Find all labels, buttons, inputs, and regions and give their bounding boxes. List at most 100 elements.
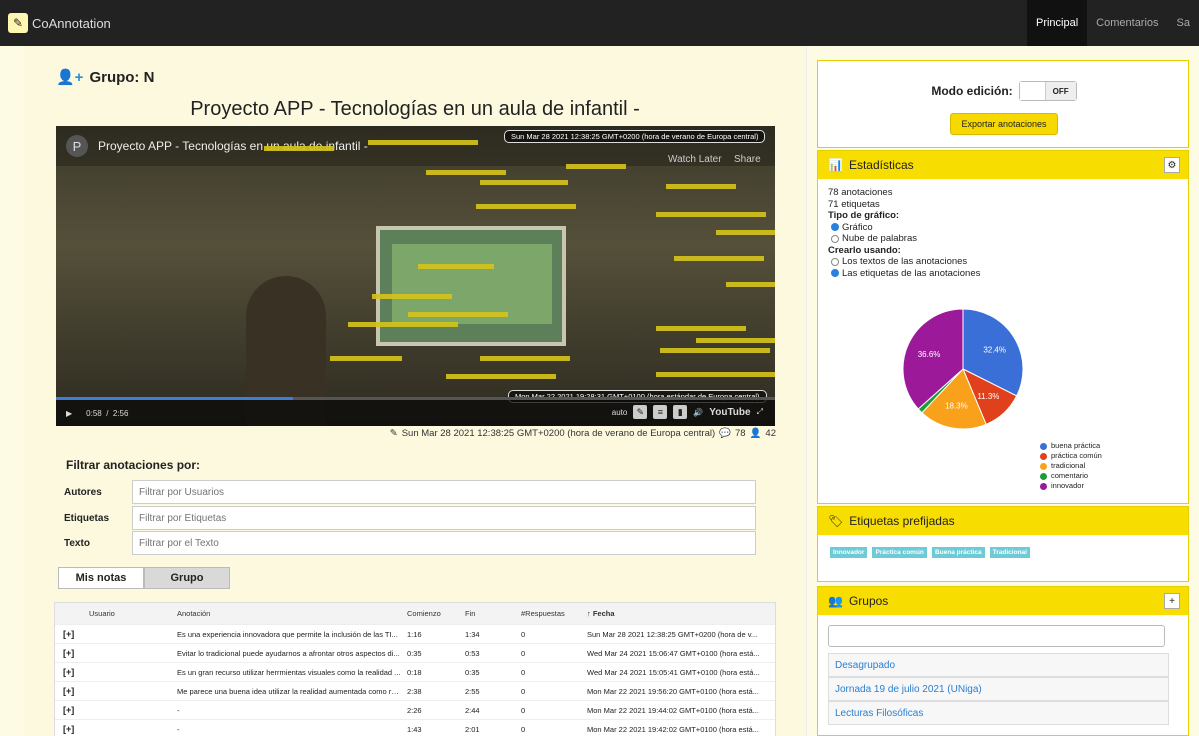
legend-item[interactable]: buena práctica	[1040, 441, 1102, 451]
filter-text-input[interactable]	[132, 531, 756, 555]
table-row[interactable]: [+] Me parece una buena idea utilizar la…	[55, 682, 775, 701]
tag-icon: 🏷	[828, 514, 844, 528]
col-respuestas[interactable]: #Respuestas	[521, 609, 587, 618]
cell-replies: 0	[521, 686, 526, 696]
filter-authors-input[interactable]	[132, 480, 756, 504]
share-button[interactable]: Share	[734, 154, 761, 165]
annotation-marker[interactable]	[348, 322, 458, 327]
legend-item[interactable]: tradicional	[1040, 461, 1102, 471]
group-title: Grupo: N	[89, 68, 155, 86]
quality-label[interactable]: auto	[612, 408, 628, 417]
annotation-marker[interactable]	[476, 204, 576, 209]
annotate-icon[interactable]: ✎	[633, 405, 648, 419]
legend-item[interactable]: práctica común	[1040, 451, 1102, 461]
annotation-marker[interactable]	[566, 164, 626, 169]
radio-chart[interactable]: Gráfico	[828, 222, 1178, 234]
col-anotacion[interactable]: Anotación	[177, 609, 407, 618]
cell-annotation: -	[177, 705, 180, 715]
col-fecha[interactable]: ↑ Fecha	[587, 609, 767, 618]
annotation-marker[interactable]	[426, 170, 506, 175]
table-row[interactable]: [+] Evitar lo tradicional puede ayudarno…	[55, 644, 775, 663]
col-usuario[interactable]: Usuario	[89, 609, 177, 618]
legend-item[interactable]: comentario	[1040, 471, 1102, 481]
toggle-state: OFF	[1045, 82, 1076, 100]
annotation-marker[interactable]	[408, 312, 508, 317]
expand-toggle[interactable]: [+]	[55, 705, 89, 715]
table-row[interactable]: [+] - 2:26 2:44 0 Mon Mar 22 2021 19:44:…	[55, 701, 775, 720]
export-annotations-button[interactable]: Exportar anotaciones	[950, 113, 1058, 135]
group-item[interactable]: Desagrupado	[828, 653, 1169, 677]
play-icon[interactable]: ▶	[66, 409, 72, 418]
cell-replies: 0	[521, 705, 526, 715]
annotation-marker[interactable]	[418, 264, 494, 269]
comments-icon: 💬	[719, 428, 731, 439]
tag-innovador[interactable]: Innovador	[830, 547, 868, 558]
annotation-marker[interactable]	[372, 294, 452, 299]
tag-practica-comun[interactable]: Práctica común	[872, 547, 927, 558]
annotation-marker[interactable]	[666, 184, 736, 189]
annotation-marker[interactable]	[660, 348, 770, 353]
radio-selected-icon[interactable]	[831, 223, 839, 232]
tab-mis-notas[interactable]: Mis notas	[58, 567, 144, 589]
group-item[interactable]: Jornada 19 de julio 2021 (UNiga)	[828, 677, 1169, 701]
settings-gear-button[interactable]: ⚙	[1164, 157, 1180, 173]
expand-toggle[interactable]: [+]	[55, 667, 89, 677]
cell-annotation: Evitar lo tradicional puede ayudarnos a …	[177, 648, 400, 658]
expand-toggle[interactable]: [+]	[55, 648, 89, 658]
nav-tab-salir[interactable]: Sa	[1168, 0, 1199, 46]
annotation-marker[interactable]	[726, 282, 775, 287]
filter-tags-input[interactable]	[132, 506, 756, 530]
annotation-marker[interactable]	[656, 326, 746, 331]
add-group-button[interactable]: +	[1164, 593, 1180, 609]
annotation-marker[interactable]	[656, 372, 775, 377]
channel-avatar[interactable]: P	[66, 135, 88, 157]
legend-swatch	[1040, 442, 1047, 450]
tag-list: Innovador Práctica común Buena práctica …	[818, 535, 1188, 568]
video-player[interactable]: P Proyecto APP - Tecnologías en un aula …	[56, 126, 775, 426]
video-date: Sun Mar 28 2021 12:38:25 GMT+0200 (hora …	[401, 428, 716, 439]
group-item[interactable]: Lecturas Filosóficas	[828, 701, 1169, 725]
tag-tradicional[interactable]: Tradicional	[989, 547, 1030, 558]
nav-tab-principal[interactable]: Principal	[1026, 0, 1088, 46]
table-row[interactable]: [+] Es un gran recurso utilizar herrmien…	[55, 663, 775, 682]
groups-title: Grupos	[848, 594, 889, 608]
groups-panel: 👥 Grupos + Desagrupado Jornada 19 de jul…	[817, 586, 1189, 736]
tag-buena-practica[interactable]: Buena práctica	[931, 547, 985, 558]
edit-mode-toggle[interactable]: OFF	[1018, 81, 1077, 101]
legend-item[interactable]: innovador	[1040, 481, 1102, 491]
annotation-marker[interactable]	[480, 356, 570, 361]
table-row[interactable]: [+] Es una experiencia innovadora que pe…	[55, 625, 775, 644]
groups-body: Desagrupado Jornada 19 de julio 2021 (UN…	[818, 615, 1188, 735]
group-heading: 👤+ Grupo: N	[56, 68, 155, 87]
list-icon[interactable]: ≡	[653, 405, 668, 419]
tab-grupo[interactable]: Grupo	[144, 567, 230, 589]
expand-toggle[interactable]: [+]	[55, 724, 89, 734]
volume-icon[interactable]: 🔊	[693, 408, 703, 417]
annotation-marker[interactable]	[368, 140, 478, 145]
cell-end: 0:53	[465, 648, 480, 658]
annotation-marker[interactable]	[330, 356, 402, 361]
watch-later-button[interactable]: Watch Later	[668, 154, 722, 165]
annotation-marker[interactable]	[480, 180, 568, 185]
col-comienzo[interactable]: Comienzo	[407, 609, 465, 618]
brand[interactable]: ✎ CoAnnotation	[8, 13, 111, 33]
table-row[interactable]: [+] - 1:43 2:01 0 Mon Mar 22 2021 19:42:…	[55, 720, 775, 736]
radio-empty-icon[interactable]	[831, 234, 839, 243]
stats-icon[interactable]: ▮	[673, 405, 688, 419]
youtube-logo[interactable]: YouTube	[709, 407, 750, 418]
annotation-marker[interactable]	[656, 212, 766, 217]
annotation-marker[interactable]	[674, 256, 764, 261]
fullscreen-icon[interactable]: ⤢	[757, 407, 763, 417]
annotation-marker[interactable]	[264, 146, 334, 151]
video-time: 0:58 / 2:56	[86, 408, 129, 418]
radio-wordcloud[interactable]: Nube de palabras	[828, 233, 1178, 245]
comments-count: 78	[735, 428, 746, 439]
annotation-marker[interactable]	[716, 230, 775, 235]
col-fin[interactable]: Fin	[465, 609, 521, 618]
expand-toggle[interactable]: [+]	[55, 686, 89, 696]
group-search-input[interactable]	[828, 625, 1165, 647]
expand-toggle[interactable]: [+]	[55, 629, 89, 639]
nav-tab-comentarios[interactable]: Comentarios	[1087, 0, 1167, 46]
annotation-marker[interactable]	[696, 338, 775, 343]
annotation-marker[interactable]	[446, 374, 556, 379]
